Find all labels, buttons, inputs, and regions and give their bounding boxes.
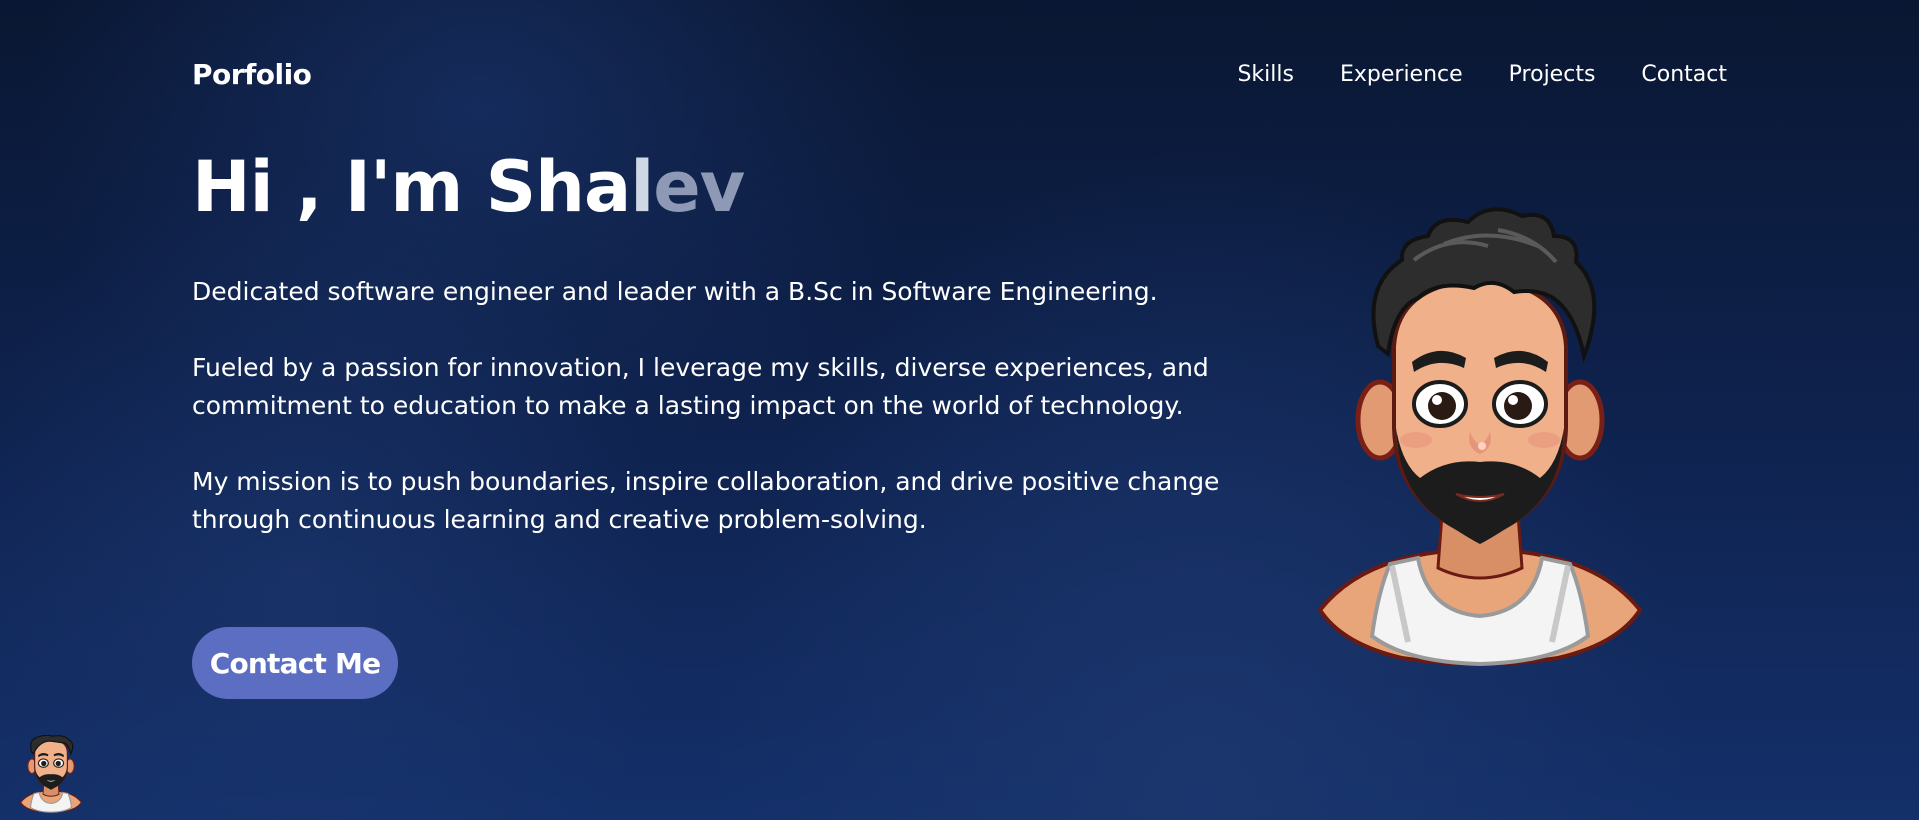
nav-item-experience: Experience	[1340, 62, 1463, 87]
hero-paragraph-intro: Dedicated software engineer and leader w…	[192, 277, 1158, 306]
hero-description: Dedicated software engineer and leader w…	[192, 273, 1232, 577]
nav-link-experience[interactable]: Experience	[1340, 62, 1463, 87]
hero-title-main: Hi , I'm Sha	[192, 146, 631, 228]
brand-logo[interactable]: Porfolio	[192, 58, 312, 91]
main-nav: Skills Experience Projects Contact	[1237, 62, 1727, 87]
nav-item-contact: Contact	[1641, 62, 1727, 87]
hero-title-typing-char: l	[630, 146, 654, 228]
nav-link-contact[interactable]: Contact	[1641, 62, 1727, 87]
nav-item-skills: Skills	[1237, 62, 1294, 87]
contact-me-button[interactable]: Contact Me	[192, 627, 398, 699]
hero-title: Hi , I'm Shalev	[192, 152, 745, 222]
hero-title-typing-tail: ev	[653, 146, 745, 228]
nav-link-projects[interactable]: Projects	[1509, 62, 1596, 87]
hero-paragraph-passion: Fueled by a passion for innovation, I le…	[192, 353, 1209, 420]
nav-link-skills[interactable]: Skills	[1237, 62, 1294, 87]
hero-paragraph-mission: My mission is to push boundaries, inspir…	[192, 467, 1220, 534]
hero-avatar-icon	[1318, 207, 1642, 666]
nav-item-projects: Projects	[1509, 62, 1596, 87]
floating-avatar-icon[interactable]	[20, 735, 82, 813]
portfolio-page: Porfolio Skills Experience Projects Cont…	[0, 0, 1919, 820]
